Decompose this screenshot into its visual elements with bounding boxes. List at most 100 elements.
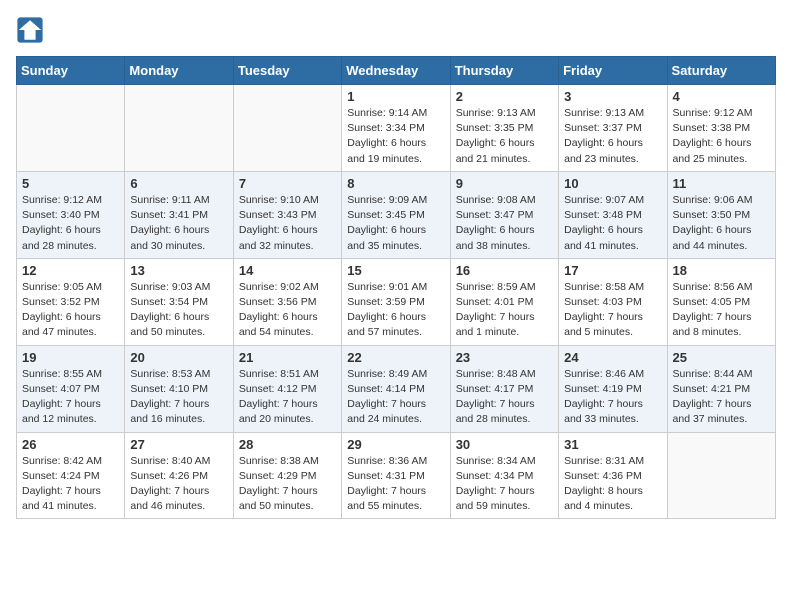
day-number: 17 [564, 263, 661, 278]
calendar-cell: 8 Sunrise: 9:09 AM Sunset: 3:45 PM Daylig… [342, 171, 450, 258]
calendar-cell: 5 Sunrise: 9:12 AM Sunset: 3:40 PM Daylig… [17, 171, 125, 258]
calendar-cell: 30 Sunrise: 8:34 AM Sunset: 4:34 PM Dayli… [450, 432, 558, 519]
day-number: 20 [130, 350, 227, 365]
day-info: Sunrise: 8:31 AM Sunset: 4:36 PM Dayligh… [564, 454, 661, 515]
day-info: Sunrise: 9:12 AM Sunset: 3:38 PM Dayligh… [673, 106, 770, 167]
day-number: 23 [456, 350, 553, 365]
calendar-cell: 17 Sunrise: 8:58 AM Sunset: 4:03 PM Dayli… [559, 258, 667, 345]
day-number: 24 [564, 350, 661, 365]
calendar-cell: 16 Sunrise: 8:59 AM Sunset: 4:01 PM Dayli… [450, 258, 558, 345]
day-info: Sunrise: 9:01 AM Sunset: 3:59 PM Dayligh… [347, 280, 444, 341]
day-info: Sunrise: 8:44 AM Sunset: 4:21 PM Dayligh… [673, 367, 770, 428]
day-number: 6 [130, 176, 227, 191]
header [16, 16, 776, 44]
day-number: 1 [347, 89, 444, 104]
day-info: Sunrise: 8:42 AM Sunset: 4:24 PM Dayligh… [22, 454, 119, 515]
day-info: Sunrise: 9:13 AM Sunset: 3:37 PM Dayligh… [564, 106, 661, 167]
weekday-header-saturday: Saturday [667, 57, 775, 85]
day-info: Sunrise: 8:56 AM Sunset: 4:05 PM Dayligh… [673, 280, 770, 341]
day-info: Sunrise: 9:09 AM Sunset: 3:45 PM Dayligh… [347, 193, 444, 254]
calendar-cell [17, 85, 125, 172]
calendar-cell [125, 85, 233, 172]
calendar-cell: 19Sunrise: 8:55 AM Sunset: 4:07 PM Dayli… [17, 345, 125, 432]
day-number: 25 [673, 350, 770, 365]
calendar-cell [667, 432, 775, 519]
day-number: 12 [22, 263, 119, 278]
day-info: Sunrise: 9:14 AM Sunset: 3:34 PM Dayligh… [347, 106, 444, 167]
weekday-header-wednesday: Wednesday [342, 57, 450, 85]
day-info: Sunrise: 9:02 AM Sunset: 3:56 PM Dayligh… [239, 280, 336, 341]
calendar-cell: 22Sunrise: 8:49 AM Sunset: 4:14 PM Dayli… [342, 345, 450, 432]
calendar-cell: 24Sunrise: 8:46 AM Sunset: 4:19 PM Dayli… [559, 345, 667, 432]
day-number: 10 [564, 176, 661, 191]
weekday-header-row: SundayMondayTuesdayWednesdayThursdayFrid… [17, 57, 776, 85]
calendar-week-row: 5 Sunrise: 9:12 AM Sunset: 3:40 PM Daylig… [17, 171, 776, 258]
day-info: Sunrise: 8:59 AM Sunset: 4:01 PM Dayligh… [456, 280, 553, 341]
calendar-cell: 13Sunrise: 9:03 AM Sunset: 3:54 PM Dayli… [125, 258, 233, 345]
day-number: 2 [456, 89, 553, 104]
calendar-cell: 23 Sunrise: 8:48 AM Sunset: 4:17 PM Dayli… [450, 345, 558, 432]
day-info: Sunrise: 8:48 AM Sunset: 4:17 PM Dayligh… [456, 367, 553, 428]
calendar-cell: 3 Sunrise: 9:13 AM Sunset: 3:37 PM Daylig… [559, 85, 667, 172]
day-info: Sunrise: 9:07 AM Sunset: 3:48 PM Dayligh… [564, 193, 661, 254]
day-info: Sunrise: 9:05 AM Sunset: 3:52 PM Dayligh… [22, 280, 119, 341]
calendar-week-row: 1 Sunrise: 9:14 AM Sunset: 3:34 PM Daylig… [17, 85, 776, 172]
logo-icon [16, 16, 44, 44]
day-info: Sunrise: 8:51 AM Sunset: 4:12 PM Dayligh… [239, 367, 336, 428]
calendar-cell: 21 Sunrise: 8:51 AM Sunset: 4:12 PM Dayli… [233, 345, 341, 432]
day-info: Sunrise: 8:36 AM Sunset: 4:31 PM Dayligh… [347, 454, 444, 515]
calendar-cell: 2 Sunrise: 9:13 AM Sunset: 3:35 PM Daylig… [450, 85, 558, 172]
day-info: Sunrise: 8:40 AM Sunset: 4:26 PM Dayligh… [130, 454, 227, 515]
day-number: 5 [22, 176, 119, 191]
day-info: Sunrise: 8:58 AM Sunset: 4:03 PM Dayligh… [564, 280, 661, 341]
day-number: 22 [347, 350, 444, 365]
calendar-cell: 26 Sunrise: 8:42 AM Sunset: 4:24 PM Dayli… [17, 432, 125, 519]
calendar-cell: 20Sunrise: 8:53 AM Sunset: 4:10 PM Dayli… [125, 345, 233, 432]
calendar-cell: 28 Sunrise: 8:38 AM Sunset: 4:29 PM Dayli… [233, 432, 341, 519]
day-info: Sunrise: 9:08 AM Sunset: 3:47 PM Dayligh… [456, 193, 553, 254]
calendar-week-row: 12 Sunrise: 9:05 AM Sunset: 3:52 PM Dayli… [17, 258, 776, 345]
day-number: 27 [130, 437, 227, 452]
calendar-cell: 11Sunrise: 9:06 AM Sunset: 3:50 PM Dayli… [667, 171, 775, 258]
day-info: Sunrise: 9:06 AM Sunset: 3:50 PM Dayligh… [673, 193, 770, 254]
calendar-cell: 14 Sunrise: 9:02 AM Sunset: 3:56 PM Dayli… [233, 258, 341, 345]
day-number: 16 [456, 263, 553, 278]
calendar-cell: 7Sunrise: 9:10 AM Sunset: 3:43 PM Daylig… [233, 171, 341, 258]
calendar-cell: 27 Sunrise: 8:40 AM Sunset: 4:26 PM Dayli… [125, 432, 233, 519]
day-number: 31 [564, 437, 661, 452]
weekday-header-friday: Friday [559, 57, 667, 85]
weekday-header-thursday: Thursday [450, 57, 558, 85]
calendar-cell: 25 Sunrise: 8:44 AM Sunset: 4:21 PM Dayli… [667, 345, 775, 432]
day-number: 15 [347, 263, 444, 278]
day-number: 8 [347, 176, 444, 191]
day-info: Sunrise: 9:10 AM Sunset: 3:43 PM Dayligh… [239, 193, 336, 254]
calendar-cell: 6 Sunrise: 9:11 AM Sunset: 3:41 PM Daylig… [125, 171, 233, 258]
logo [16, 16, 46, 44]
calendar-cell: 18Sunrise: 8:56 AM Sunset: 4:05 PM Dayli… [667, 258, 775, 345]
day-info: Sunrise: 8:38 AM Sunset: 4:29 PM Dayligh… [239, 454, 336, 515]
weekday-header-monday: Monday [125, 57, 233, 85]
calendar-cell: 4 Sunrise: 9:12 AM Sunset: 3:38 PM Daylig… [667, 85, 775, 172]
page-container: SundayMondayTuesdayWednesdayThursdayFrid… [0, 0, 792, 527]
calendar-cell: 31 Sunrise: 8:31 AM Sunset: 4:36 PM Dayli… [559, 432, 667, 519]
calendar-table: SundayMondayTuesdayWednesdayThursdayFrid… [16, 56, 776, 519]
calendar-cell: 12 Sunrise: 9:05 AM Sunset: 3:52 PM Dayli… [17, 258, 125, 345]
day-info: Sunrise: 9:13 AM Sunset: 3:35 PM Dayligh… [456, 106, 553, 167]
day-number: 4 [673, 89, 770, 104]
day-number: 26 [22, 437, 119, 452]
calendar-week-row: 19Sunrise: 8:55 AM Sunset: 4:07 PM Dayli… [17, 345, 776, 432]
weekday-header-tuesday: Tuesday [233, 57, 341, 85]
calendar-cell: 1 Sunrise: 9:14 AM Sunset: 3:34 PM Daylig… [342, 85, 450, 172]
day-info: Sunrise: 9:03 AM Sunset: 3:54 PM Dayligh… [130, 280, 227, 341]
day-number: 30 [456, 437, 553, 452]
day-info: Sunrise: 9:12 AM Sunset: 3:40 PM Dayligh… [22, 193, 119, 254]
day-number: 3 [564, 89, 661, 104]
day-info: Sunrise: 9:11 AM Sunset: 3:41 PM Dayligh… [130, 193, 227, 254]
day-number: 14 [239, 263, 336, 278]
calendar-cell: 15 Sunrise: 9:01 AM Sunset: 3:59 PM Dayli… [342, 258, 450, 345]
day-number: 21 [239, 350, 336, 365]
day-number: 28 [239, 437, 336, 452]
day-number: 9 [456, 176, 553, 191]
calendar-cell [233, 85, 341, 172]
day-info: Sunrise: 8:34 AM Sunset: 4:34 PM Dayligh… [456, 454, 553, 515]
